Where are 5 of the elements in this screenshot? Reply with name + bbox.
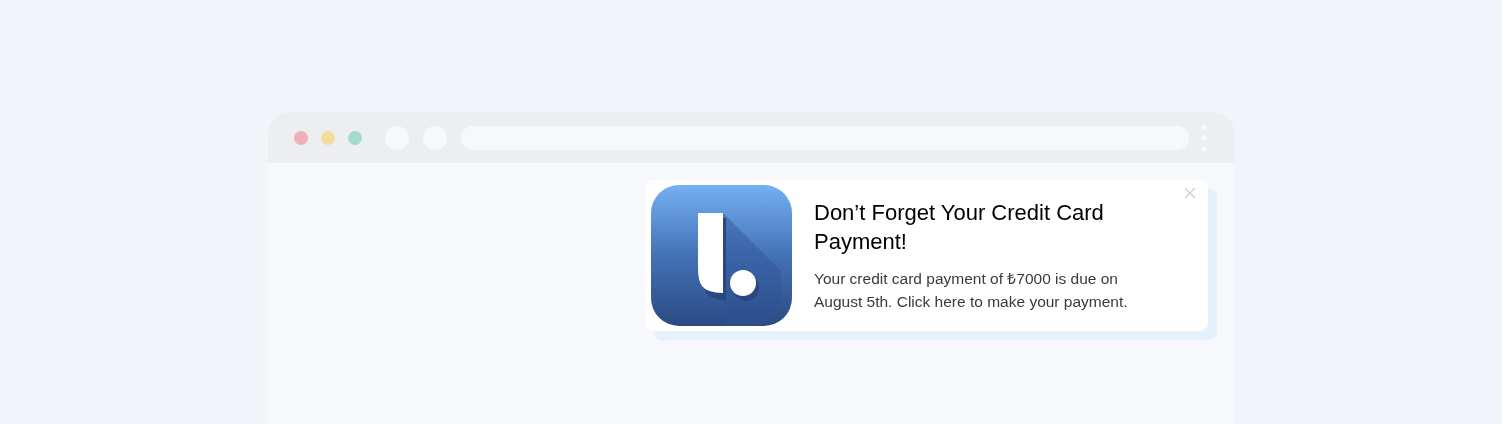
close-icon[interactable] (1184, 187, 1196, 199)
notification-title: Don’t Forget Your Credit Card Payment! (814, 199, 1105, 256)
notification-message: Your credit card payment of ₺7000 is due on August 5th. Click here to make your payment. (814, 269, 1129, 312)
notification-card[interactable]: Don’t Forget Your Credit Card Payment! Your credit card payment of ₺7000 is due on August 5th. Click here to make your payment. (645, 180, 1208, 331)
app-logo-icon (651, 185, 792, 326)
